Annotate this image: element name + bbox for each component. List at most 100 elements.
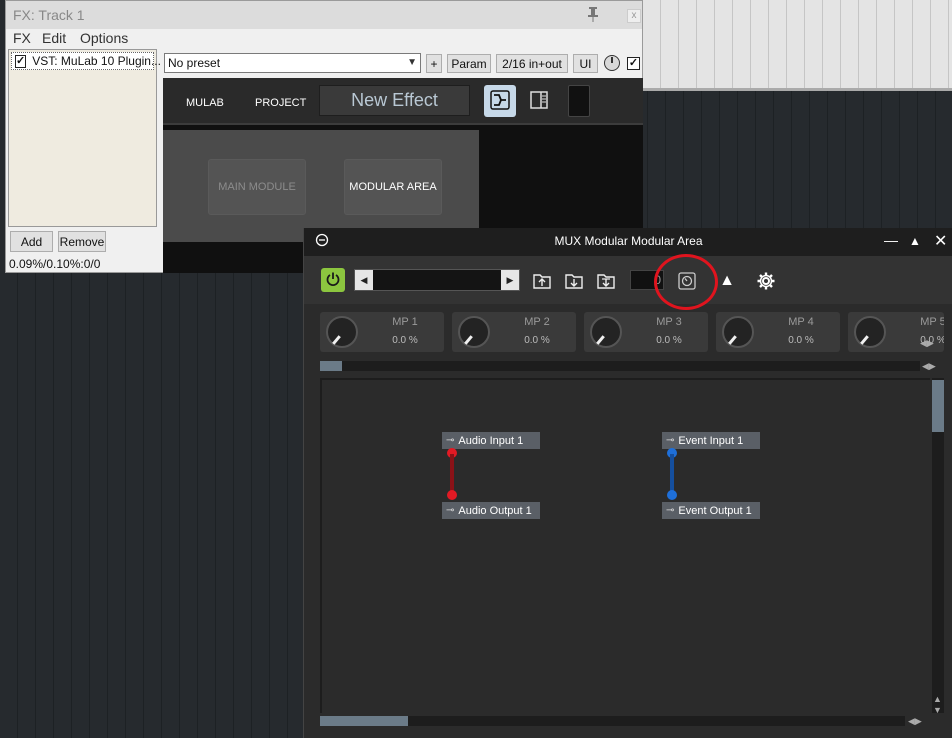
preset-navigator[interactable]: ◀ ▶ [354, 269, 520, 291]
node-label: Audio Output 1 [458, 504, 532, 517]
knob-icon[interactable] [326, 316, 358, 348]
mulab-header: MULAB PROJECT New Effect [163, 78, 643, 125]
audio-input-node[interactable]: ⊸ Audio Input 1 [442, 432, 540, 449]
knob-icon[interactable] [590, 316, 622, 348]
node-label: Event Output 1 [678, 504, 752, 517]
audio-wire[interactable] [450, 454, 454, 494]
macro-param-name: MP 2 [524, 316, 550, 328]
previous-button[interactable]: ◀ [355, 270, 373, 290]
macro-param-4[interactable]: MP 4 0.0 % [716, 312, 840, 352]
preset-value: No preset [168, 56, 221, 70]
param-scroll-arrows[interactable]: ◀▶ [920, 338, 934, 349]
ui-button[interactable]: UI [573, 54, 598, 73]
mux-window-title: MUX Modular Modular Area [554, 234, 703, 248]
plugin-list-item[interactable]: ✓ VST: MuLab 10 Plugin... [11, 52, 161, 70]
plugin-enable-checkbox[interactable]: ✓ [15, 54, 27, 68]
remove-button[interactable]: Remove [58, 231, 106, 252]
daw-divider [643, 88, 952, 91]
modular-view-button[interactable] [484, 85, 516, 117]
scrollbar-thumb[interactable] [932, 380, 944, 432]
io-routing-button[interactable]: 2/16 in+out [496, 54, 568, 73]
load-folder-icon[interactable] [531, 270, 553, 292]
macro-param-name: MP 3 [656, 316, 682, 328]
knob-icon[interactable] [722, 316, 754, 348]
tab-mulab[interactable]: MULAB [186, 97, 224, 109]
audio-in-pin[interactable] [447, 490, 457, 500]
macro-param-name: MP 1 [392, 316, 418, 328]
gear-icon[interactable] [755, 270, 777, 292]
daw-arrange-ruler [643, 0, 952, 90]
event-in-pin[interactable] [667, 490, 677, 500]
plug-icon: ⊸ [666, 505, 675, 516]
modular-graph-icon [490, 89, 510, 113]
power-icon [325, 271, 341, 290]
event-wire[interactable] [670, 454, 674, 494]
panel-view-button[interactable] [523, 85, 555, 117]
level-meter [568, 85, 590, 117]
macro-param-2[interactable]: MP 2 0.0 % [452, 312, 576, 352]
fx-titlebar[interactable]: FX: Track 1 x [6, 1, 642, 29]
event-output-node[interactable]: ⊸ Event Output 1 [662, 502, 760, 519]
macro-param-value: 0.0 % [656, 335, 682, 346]
macro-param-row: MP 1 0.0 % MP 2 0.0 % MP 3 0.0 % MP 4 0.… [304, 312, 944, 352]
menu-edit[interactable]: Edit [42, 30, 66, 46]
macro-param-value: 0.0 % [524, 335, 550, 346]
plug-icon: ⊸ [446, 435, 455, 446]
preset-dropdown[interactable]: No preset ▼ [164, 53, 421, 73]
vertical-scroll-arrows[interactable]: ▲ ▼ [933, 694, 942, 716]
horizontal-scroll-arrows[interactable]: ◀▶ [908, 716, 922, 727]
macro-param-value: 0.0 % [392, 335, 418, 346]
triangle-up-icon[interactable]: ▲ [716, 270, 738, 292]
bypass-checkbox[interactable]: ✓ [627, 57, 640, 70]
pin-icon[interactable] [586, 6, 600, 25]
menu-fx[interactable]: FX [13, 30, 31, 46]
next-button[interactable]: ▶ [501, 270, 519, 290]
scrollbar-thumb[interactable] [320, 716, 408, 726]
event-input-node[interactable]: ⊸ Event Input 1 [662, 432, 760, 449]
chevron-down-icon: ▼ [407, 57, 417, 68]
macro-param-value: 0.0 % [788, 335, 814, 346]
macro-param-1[interactable]: MP 1 0.0 % [320, 312, 444, 352]
param-scrollbar[interactable] [320, 361, 920, 371]
save-folder-icon[interactable] [563, 270, 585, 292]
modular-area-button[interactable]: MODULAR AREA [344, 159, 442, 215]
knob-icon[interactable] [854, 316, 886, 348]
param-button[interactable]: Param [447, 54, 491, 73]
power-button[interactable] [321, 268, 345, 292]
scroll-arrows[interactable]: ◀▶ [922, 361, 936, 372]
knob-icon[interactable] [458, 316, 490, 348]
node-label: Audio Input 1 [458, 434, 524, 447]
tab-project[interactable]: PROJECT [255, 97, 306, 109]
effect-name[interactable]: New Effect [319, 85, 470, 116]
canvas-horizontal-scrollbar[interactable] [320, 716, 905, 726]
main-module-button[interactable]: MAIN MODULE [208, 159, 306, 215]
mux-window: MUX Modular Modular Area — ▲ ✕ ◀ ▶ 0 ▲ M… [303, 228, 952, 738]
maximize-icon[interactable]: ▲ [909, 234, 921, 248]
add-button[interactable]: Add [10, 231, 53, 252]
audio-output-node[interactable]: ⊸ Audio Output 1 [442, 502, 540, 519]
minimize-icon[interactable]: — [884, 232, 898, 248]
mux-titlebar[interactable]: MUX Modular Modular Area — ▲ ✕ [304, 228, 952, 256]
wet-knob-icon[interactable] [604, 55, 620, 71]
plug-icon: ⊸ [666, 435, 675, 446]
close-button[interactable]: x [627, 9, 641, 23]
macro-param-name: MP 5 [920, 316, 944, 328]
fx-window-title: FX: Track 1 [13, 7, 85, 23]
import-folder-icon[interactable] [595, 270, 617, 292]
plugin-list[interactable]: ✓ VST: MuLab 10 Plugin... [8, 49, 161, 227]
panel-icon [529, 90, 549, 113]
modular-canvas[interactable]: ⊸ Audio Input 1 ⊸ Audio Output 1 ⊸ Event… [320, 378, 930, 713]
cpu-usage: 0.09%/0.10%:0/0 [9, 257, 101, 271]
highlight-annotation [654, 254, 718, 310]
scrollbar-thumb[interactable] [320, 361, 342, 371]
macro-param-3[interactable]: MP 3 0.0 % [584, 312, 708, 352]
node-label: Event Input 1 [678, 434, 744, 447]
plug-icon: ⊸ [446, 505, 455, 516]
menu-options[interactable]: Options [80, 30, 128, 46]
macro-param-name: MP 4 [788, 316, 814, 328]
add-preset-button[interactable]: + [426, 54, 442, 73]
canvas-vertical-scrollbar[interactable] [932, 378, 944, 713]
mulab-main-panel: MAIN MODULE MODULAR AREA [163, 130, 479, 242]
plugin-name: VST: MuLab 10 Plugin... [32, 54, 161, 68]
close-icon[interactable]: ✕ [934, 231, 947, 251]
